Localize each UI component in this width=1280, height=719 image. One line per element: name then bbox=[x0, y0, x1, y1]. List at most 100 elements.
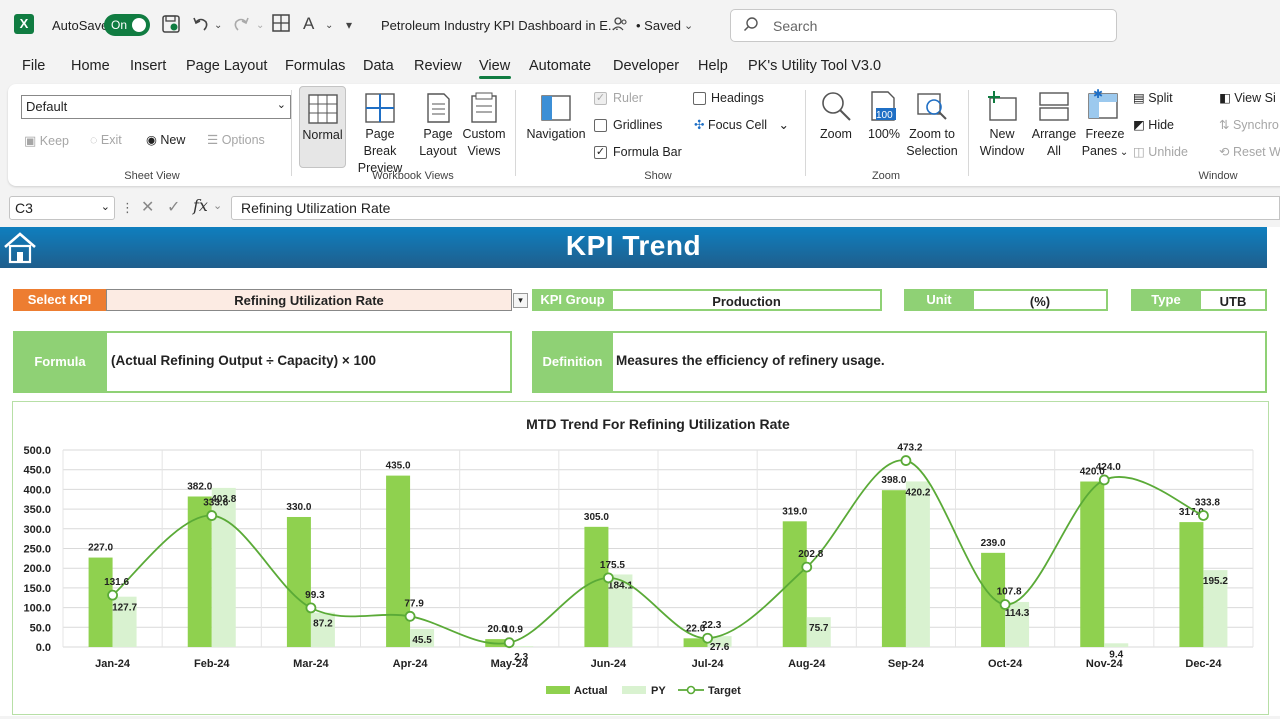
zoom-button[interactable]: Zoom bbox=[814, 126, 858, 143]
target-marker bbox=[1198, 510, 1209, 521]
chevron-down-icon: ▾ bbox=[518, 295, 523, 305]
unhide-button[interactable]: ◫ Unhide bbox=[1133, 144, 1188, 161]
search-box[interactable]: Search bbox=[730, 9, 1117, 42]
undo-dropdown-icon[interactable]: ⌄ bbox=[214, 20, 222, 31]
menu-home[interactable]: Home bbox=[71, 58, 110, 74]
saved-status[interactable]: • Saved bbox=[636, 18, 681, 33]
menu-help[interactable]: Help bbox=[698, 58, 728, 74]
bar-actual bbox=[881, 490, 906, 647]
bar-py bbox=[905, 481, 930, 647]
headings-label: Headings bbox=[711, 91, 764, 105]
menu-formulas[interactable]: Formulas bbox=[285, 58, 345, 74]
autosave-toggle[interactable]: On bbox=[104, 14, 150, 36]
sheet-view-dropdown-value: Default bbox=[26, 99, 68, 114]
name-box[interactable]: C3 ⌄ bbox=[9, 196, 115, 220]
page-layout-icon[interactable] bbox=[422, 92, 454, 124]
zoom-to-selection-icon[interactable] bbox=[916, 90, 948, 122]
x-tick-label: Apr-24 bbox=[393, 658, 429, 670]
svg-text:✱: ✱ bbox=[1093, 88, 1103, 101]
unit-value: (%) bbox=[972, 289, 1108, 311]
select-kpi-cell[interactable]: Refining Utilization Rate bbox=[106, 289, 512, 311]
headings-checkbox[interactable] bbox=[693, 92, 706, 105]
x-tick-label: Nov-24 bbox=[1086, 658, 1124, 670]
normal-view-button[interactable]: Normal bbox=[299, 86, 346, 168]
y-tick-label: 300.0 bbox=[23, 524, 51, 536]
ribbon: Default ⌄ ▣ Keep ◌ Exit ◉ New ☰ Options … bbox=[8, 84, 1280, 186]
font-color-icon[interactable]: A bbox=[303, 14, 314, 34]
select-kpi-dropdown-button[interactable]: ▾ bbox=[513, 293, 528, 308]
new-window-icon[interactable] bbox=[986, 90, 1018, 122]
menu-insert[interactable]: Insert bbox=[130, 58, 166, 74]
cancel-icon[interactable]: ✕ bbox=[141, 197, 154, 217]
redo-dropdown-icon[interactable]: ⌄ bbox=[256, 20, 264, 31]
menu-page-layout[interactable]: Page Layout bbox=[186, 58, 267, 74]
keep-button[interactable]: ▣ Keep bbox=[24, 132, 69, 150]
borders-icon[interactable] bbox=[272, 14, 290, 37]
target-marker bbox=[107, 589, 118, 601]
formula-bar-label: Formula Bar bbox=[613, 145, 682, 159]
sheet-view-group-label: Sheet View bbox=[124, 170, 180, 182]
ruler-checkbox[interactable]: ✓ bbox=[594, 92, 607, 105]
zoom-sel-label-2: Selection bbox=[906, 144, 958, 158]
menu-file[interactable]: File bbox=[22, 58, 45, 74]
reset-window-position-button[interactable]: ⟲ Reset W bbox=[1219, 144, 1280, 161]
menu-developer[interactable]: Developer bbox=[613, 58, 679, 74]
sheet-view-dropdown[interactable]: Default ⌄ bbox=[21, 95, 291, 119]
redo-icon[interactable] bbox=[231, 14, 251, 39]
bar-actual bbox=[584, 526, 609, 647]
x-tick-label: May-24 bbox=[491, 658, 529, 670]
menu-automate[interactable]: Automate bbox=[529, 58, 591, 74]
customize-toolbar-icon[interactable]: ▾ bbox=[346, 18, 352, 32]
arrange-all-button[interactable]: Arrange All bbox=[1028, 126, 1080, 160]
unhide-icon: ◫ bbox=[1133, 145, 1145, 159]
split-button[interactable]: ▤ Split bbox=[1133, 90, 1173, 107]
y-tick-label: 0.0 bbox=[36, 642, 51, 654]
new-sheet-view-button[interactable]: ◉ New bbox=[146, 132, 185, 149]
zoom-to-selection-button[interactable]: Zoom to Selection bbox=[903, 126, 961, 160]
navigation-icon[interactable] bbox=[540, 92, 572, 124]
chevron-down-icon[interactable]: ⌄ bbox=[213, 199, 222, 212]
x-tick-label: Jul-24 bbox=[692, 658, 725, 670]
options-button[interactable]: ☰ Options bbox=[207, 132, 265, 149]
menu-review[interactable]: Review bbox=[414, 58, 462, 74]
ruler-label: Ruler bbox=[613, 91, 643, 105]
gridlines-checkbox[interactable] bbox=[594, 119, 607, 132]
bar-actual bbox=[386, 475, 411, 647]
enter-icon[interactable]: ✓ bbox=[167, 197, 180, 217]
custom-views-icon[interactable] bbox=[468, 92, 500, 124]
custom-views-button[interactable]: Custom Views bbox=[458, 126, 510, 160]
zoom-100-button[interactable]: 100% bbox=[862, 126, 906, 143]
freeze-label-2: Panes bbox=[1081, 144, 1118, 158]
freeze-panes-button[interactable]: Freeze Panes ⌄ bbox=[1081, 126, 1129, 161]
menu-view[interactable]: View bbox=[479, 58, 510, 74]
x-tick-label: Aug-24 bbox=[788, 658, 826, 670]
insert-function-icon[interactable]: fx bbox=[193, 196, 208, 215]
new-window-button[interactable]: New Window bbox=[978, 126, 1026, 160]
definition-label: Definition bbox=[532, 331, 613, 393]
save-icon[interactable] bbox=[161, 14, 181, 39]
page-break-preview-icon[interactable] bbox=[364, 92, 396, 124]
page-layout-button[interactable]: Page Layout bbox=[413, 126, 463, 160]
synchronous-scrolling-button[interactable]: ⇅ Synchro bbox=[1219, 117, 1279, 134]
share-people-icon[interactable] bbox=[612, 16, 628, 35]
menu-data[interactable]: Data bbox=[363, 58, 394, 74]
exit-button[interactable]: ◌ Exit bbox=[90, 132, 122, 149]
saved-chevron-down-icon[interactable]: ⌄ bbox=[684, 19, 693, 32]
zoom-icon[interactable] bbox=[820, 90, 852, 122]
arrange-all-icon[interactable] bbox=[1038, 90, 1070, 122]
formula-bar-checkbox[interactable]: ✓ bbox=[594, 146, 607, 159]
hide-button[interactable]: ◩ Hide bbox=[1133, 117, 1174, 134]
view-side-by-side-button[interactable]: ◧ View Si bbox=[1219, 90, 1276, 107]
freeze-panes-icon[interactable]: ✱ bbox=[1087, 88, 1119, 120]
undo-icon[interactable] bbox=[191, 14, 211, 39]
focus-cell-button[interactable]: ✣ Focus Cell ⌄ bbox=[694, 117, 789, 134]
ribbon-separator bbox=[291, 90, 292, 176]
font-color-dropdown-icon[interactable]: ⌄ bbox=[325, 20, 333, 31]
data-label-actual: 305.0 bbox=[584, 512, 609, 523]
menu-pk-utility-tool[interactable]: PK's Utility Tool V3.0 bbox=[748, 58, 881, 74]
mtd-trend-chart[interactable]: MTD Trend For Refining Utilization Rate 0… bbox=[12, 401, 1269, 715]
navigation-button[interactable]: Navigation bbox=[523, 126, 589, 143]
formula-input[interactable]: Refining Utilization Rate bbox=[231, 196, 1280, 220]
formula-bar: C3 ⌄ ⋮ ✕ ✓ fx ⌄ Refining Utilization Rat… bbox=[0, 191, 1280, 225]
legend-label-target: Target bbox=[708, 685, 741, 697]
